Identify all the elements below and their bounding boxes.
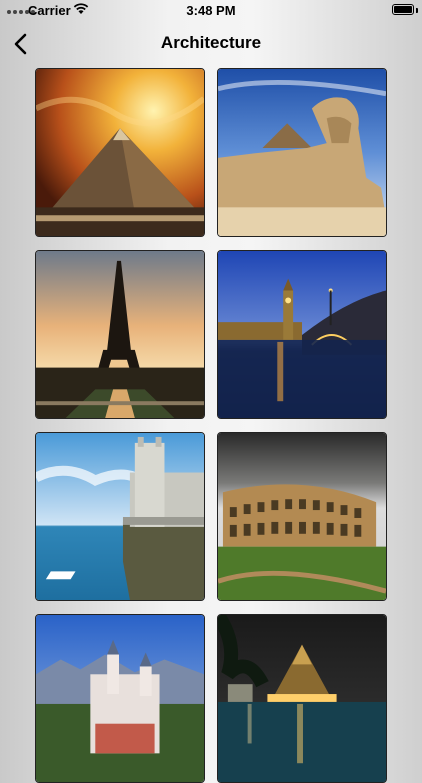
navigation-bar: Architecture <box>0 22 422 66</box>
swallows-nest-castle-image <box>36 433 204 600</box>
status-bar: Carrier 3:48 PM <box>0 0 422 22</box>
photo-card-neuschwanstein-castle[interactable] <box>35 614 205 783</box>
photo-card-eiffel-tower[interactable] <box>35 250 205 419</box>
photo-card-colosseum[interactable] <box>217 432 387 601</box>
pyramid-image <box>36 69 204 236</box>
neuschwanstein-castle-image <box>36 615 204 782</box>
status-time: 3:48 PM <box>186 3 236 18</box>
sanctuary-of-truth-image <box>218 615 386 782</box>
sphinx-image <box>218 69 386 236</box>
photo-card-sphinx[interactable] <box>217 68 387 237</box>
eiffel-tower-image <box>36 251 204 418</box>
photo-card-pyramid[interactable] <box>35 68 205 237</box>
page-title: Architecture <box>160 33 262 52</box>
big-ben-image <box>218 251 386 418</box>
battery-icon <box>392 4 414 15</box>
photo-grid <box>35 68 387 783</box>
photo-card-big-ben[interactable] <box>217 250 387 419</box>
battery-tip <box>416 8 418 13</box>
photo-card-sanctuary-of-truth[interactable] <box>217 614 387 783</box>
photo-card-swallows-nest-castle[interactable] <box>35 432 205 601</box>
colosseum-image <box>218 433 386 600</box>
